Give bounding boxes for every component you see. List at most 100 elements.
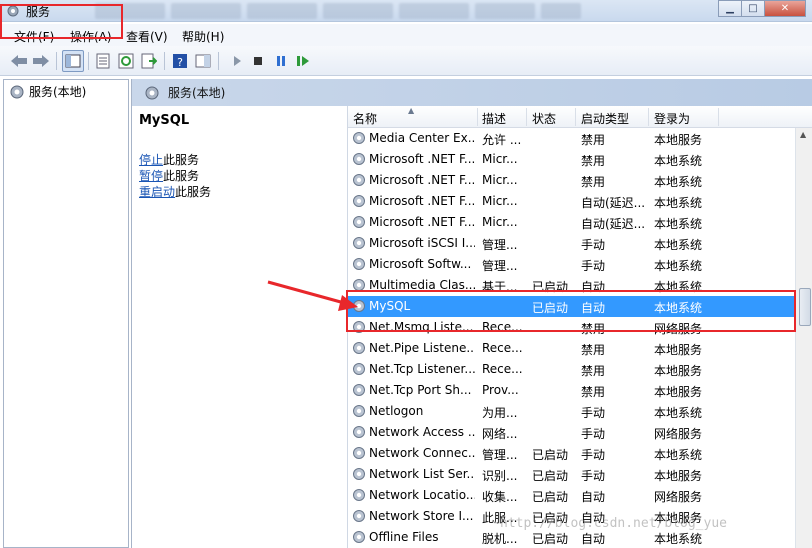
- forward-arrow-icon[interactable]: [32, 52, 50, 70]
- table-row[interactable]: Network List Ser... 识别... 已启动 手动 本地服务: [348, 464, 796, 485]
- column-description[interactable]: 描述: [482, 110, 506, 127]
- service-gear-icon: [353, 321, 365, 333]
- service-status: 已启动: [532, 301, 569, 315]
- column-headers: ▲ 名称 描述 状态 启动类型 登录为: [348, 106, 812, 128]
- service-startup-type: 手动: [581, 469, 606, 483]
- scroll-up-icon[interactable]: ▲: [800, 130, 806, 139]
- service-logon: 本地系统: [654, 301, 703, 315]
- service-status: 已启动: [532, 448, 569, 462]
- minimize-button[interactable]: ▁: [718, 0, 742, 17]
- service-gear-icon: [353, 216, 365, 228]
- service-description: 基于...: [482, 280, 518, 294]
- service-startup-type: 禁用: [581, 133, 606, 147]
- maximize-button[interactable]: □: [741, 0, 765, 17]
- action-suffix: 此服务: [175, 185, 212, 199]
- service-gear-icon: [353, 489, 365, 501]
- start-service-icon[interactable]: [228, 52, 246, 70]
- service-description: Rece...: [482, 320, 523, 334]
- menu-help[interactable]: 帮助(H): [182, 28, 224, 45]
- properties-icon[interactable]: [94, 52, 112, 70]
- annotation-arrow-icon: [267, 280, 358, 311]
- service-startup-type: 禁用: [581, 322, 606, 336]
- service-name: Net.Tcp Listener...: [369, 362, 475, 376]
- service-logon: 网络服务: [654, 322, 703, 336]
- stop-service-link[interactable]: 停止: [139, 153, 163, 167]
- table-row[interactable]: Network Locatio... 收集... 已启动 自动 网络服务: [348, 485, 796, 506]
- service-logon: 本地服务: [654, 364, 703, 378]
- table-row[interactable]: Net.Tcp Port Sh... Prov... 禁用 本地服务: [348, 380, 796, 401]
- table-row[interactable]: Microsoft iSCSI I... 管理... 手动 本地系统: [348, 233, 796, 254]
- stop-service-icon[interactable]: [249, 52, 267, 70]
- service-name: Network Locatio...: [369, 488, 475, 502]
- table-row[interactable]: MySQL 已启动 自动 本地系统: [348, 296, 796, 317]
- service-logon: 本地系统: [654, 280, 703, 294]
- column-divider[interactable]: [575, 108, 576, 126]
- service-description: Micr...: [482, 194, 518, 208]
- tree-item-services-local[interactable]: 服务(本地): [9, 83, 86, 100]
- export-list-icon[interactable]: [140, 52, 158, 70]
- table-row[interactable]: Network Access ... 网络... 手动 网络服务: [348, 422, 796, 443]
- table-row[interactable]: Microsoft .NET F... Micr... 禁用 本地系统: [348, 149, 796, 170]
- service-gear-icon: [353, 258, 365, 270]
- service-name: Microsoft .NET F...: [369, 215, 475, 229]
- column-divider[interactable]: [477, 108, 478, 126]
- menu-file[interactable]: 文件(F): [14, 28, 54, 45]
- service-status: 已启动: [532, 490, 569, 504]
- restart-service-link[interactable]: 重启动: [139, 185, 175, 199]
- service-gear-icon: [353, 510, 365, 522]
- service-description: Prov...: [482, 383, 519, 397]
- service-logon: 本地系统: [654, 175, 703, 189]
- service-logon: 本地系统: [654, 532, 703, 546]
- column-name[interactable]: 名称: [353, 110, 377, 127]
- service-startup-type: 自动: [581, 280, 606, 294]
- column-divider[interactable]: [648, 108, 649, 126]
- scrollbar-thumb[interactable]: [799, 288, 811, 326]
- column-status[interactable]: 状态: [532, 110, 556, 127]
- table-row[interactable]: Net.Tcp Listener... Rece... 禁用 本地服务: [348, 359, 796, 380]
- column-divider[interactable]: [718, 108, 719, 126]
- action-stop: 停止此服务: [139, 151, 199, 168]
- service-description: 允许 ...: [482, 133, 522, 147]
- toolbar-separator: [56, 52, 57, 70]
- menu-action[interactable]: 操作(A): [70, 28, 112, 45]
- menu-view[interactable]: 查看(V): [126, 28, 168, 45]
- table-row[interactable]: Microsoft .NET F... Micr... 禁用 本地系统: [348, 170, 796, 191]
- selected-service-title: MySQL: [139, 113, 190, 128]
- service-name: Network Connec...: [369, 446, 475, 460]
- service-startup-type: 手动: [581, 238, 606, 252]
- restart-service-icon[interactable]: [294, 52, 312, 70]
- back-arrow-icon[interactable]: [10, 52, 28, 70]
- service-name: Network Access ...: [369, 425, 475, 439]
- table-row[interactable]: Media Center Ex... 允许 ... 禁用 本地服务: [348, 128, 796, 149]
- column-startup-type[interactable]: 启动类型: [581, 110, 629, 127]
- table-row[interactable]: Microsoft Softw... 管理... 手动 本地系统: [348, 254, 796, 275]
- help-icon[interactable]: ?: [171, 52, 189, 70]
- services-pane: 服务(本地) MySQL 停止此服务 暂停此服务 重启动此服务 ▲ 名称 描述 …: [131, 79, 812, 548]
- service-startup-type: 手动: [581, 406, 606, 420]
- table-row[interactable]: Microsoft .NET F... Micr... 自动(延迟... 本地系统: [348, 212, 796, 233]
- service-name: Net.Tcp Port Sh...: [369, 383, 472, 397]
- column-logon-as[interactable]: 登录为: [654, 110, 690, 127]
- sort-ascending-icon: ▲: [408, 106, 415, 115]
- service-name: Microsoft Softw...: [369, 257, 472, 271]
- table-row[interactable]: Multimedia Clas... 基于... 已启动 自动 本地系统: [348, 275, 796, 296]
- pause-service-link[interactable]: 暂停: [139, 169, 163, 183]
- service-logon: 网络服务: [654, 490, 703, 504]
- table-row[interactable]: Net.Msmq Liste... Rece... 禁用 网络服务: [348, 317, 796, 338]
- service-logon: 本地系统: [654, 448, 703, 462]
- vertical-scrollbar[interactable]: ▲: [795, 128, 812, 548]
- close-button[interactable]: ✕: [764, 0, 806, 17]
- pause-service-icon[interactable]: [272, 52, 290, 70]
- service-status: 已启动: [532, 532, 569, 546]
- console-tree-icon[interactable]: [62, 50, 84, 72]
- table-row[interactable]: Network Connec... 管理... 已启动 手动 本地系统: [348, 443, 796, 464]
- show-hide-action-pane-icon[interactable]: [194, 52, 212, 70]
- service-name: Network List Ser...: [369, 467, 475, 481]
- table-row[interactable]: Net.Pipe Listene... Rece... 禁用 本地服务: [348, 338, 796, 359]
- tree-item-label: 服务(本地): [29, 85, 87, 99]
- table-row[interactable]: Microsoft .NET F... Micr... 自动(延迟... 本地系统: [348, 191, 796, 212]
- column-divider[interactable]: [526, 108, 527, 126]
- service-logon: 本地系统: [654, 196, 703, 210]
- refresh-icon[interactable]: [117, 52, 135, 70]
- table-row[interactable]: Netlogon 为用... 手动 本地系统: [348, 401, 796, 422]
